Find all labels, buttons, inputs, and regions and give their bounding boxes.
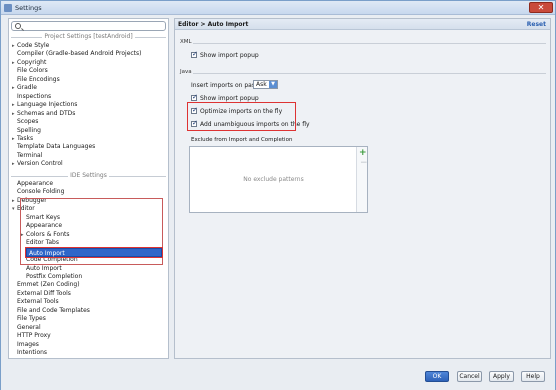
tree-item[interactable]: Images	[12, 341, 39, 349]
tree-item[interactable]: ▸ Gradle	[12, 84, 37, 92]
tree-item[interactable]: Emmet (Zen Coding)	[12, 281, 80, 289]
paste-select-value: Ask	[256, 81, 267, 88]
tree-item-label: Postfix Completion	[26, 272, 83, 280]
xml-divider	[193, 43, 546, 44]
tree-item-label: Compiler (Gradle-based Android Projects)	[17, 50, 142, 58]
tree-item[interactable]: ▸ Code Style	[12, 42, 49, 50]
tree-item-label: Tasks	[17, 134, 34, 142]
tree-item-label: Terminal	[17, 151, 43, 159]
xml-section-label: XML	[180, 39, 192, 45]
tree-item[interactable]: ▸ Copyright	[12, 59, 46, 67]
tree-item[interactable]: Inspections	[12, 93, 51, 101]
tree-item-label: Template Data Languages	[17, 143, 96, 151]
add-icon[interactable]: +	[359, 148, 367, 158]
tree-item-label: File Encodings	[17, 75, 60, 83]
tree-item[interactable]: ▸ Schemas and DTDs	[12, 110, 75, 118]
tree-item[interactable]: Intentions	[12, 349, 47, 357]
tree-item[interactable]: ▸ Version Control	[12, 160, 63, 168]
close-button[interactable]: ✕	[529, 2, 553, 13]
tree-item-label: Images	[17, 340, 39, 348]
tree-item[interactable]: HTTP Proxy	[12, 332, 51, 340]
exclude-label: Exclude from Import and Completion	[191, 137, 293, 143]
tree-item[interactable]: External Diff Tools	[12, 290, 71, 298]
tree-item-label: Intentions	[17, 349, 48, 356]
tree-item-label: File Colors	[17, 67, 48, 75]
tree-item[interactable]: ▸ Tasks	[12, 135, 33, 143]
java-section-label: Java	[180, 69, 192, 75]
tree-item-label: Auto Import	[26, 264, 62, 272]
java-divider	[193, 73, 546, 74]
tree-item[interactable]: Template Data Languages	[12, 143, 95, 151]
tree-item-label: Inspections	[17, 92, 52, 100]
tree-item-label: File Types	[17, 315, 46, 323]
tree-item[interactable]: Appearance	[12, 180, 53, 188]
exclude-toolbar: + −	[356, 147, 368, 212]
auto-import-panel: Editor > Auto Import Reset XML Show impo…	[174, 18, 551, 359]
tree-item-label: Version Control	[17, 160, 63, 168]
remove-icon[interactable]: −	[360, 158, 368, 168]
tree-item[interactable]: Console Folding	[12, 188, 64, 196]
tree-item-label: Appearance	[17, 180, 54, 187]
tree-item-label: HTTP Proxy	[17, 332, 51, 340]
tree-item[interactable]: Postfix Completion	[21, 273, 82, 281]
tree-item[interactable]: File and Code Templates	[12, 307, 90, 315]
chevron-down-icon[interactable]: ▼	[269, 81, 277, 88]
ok-button[interactable]: OK	[425, 371, 449, 382]
project-settings-heading: Project Settings [testAndroid]	[42, 33, 135, 40]
ide-settings-group: IDE Settings	[11, 172, 166, 180]
dialog-footer: OK Cancel Apply Help	[1, 363, 555, 390]
tree-item-label: Console Folding	[17, 188, 65, 196]
tree-item-label: External Diff Tools	[17, 289, 71, 297]
title-bar: Settings ✕	[1, 1, 555, 15]
java-show-popup-label: Show import popup	[200, 95, 259, 102]
settings-tree-panel: Project Settings [testAndroid] ▸ Code Sty…	[8, 18, 169, 359]
tree-item[interactable]: File Colors	[12, 67, 48, 75]
paste-select[interactable]: Ask ▼	[253, 80, 278, 89]
tree-item[interactable]: Spelling	[12, 127, 41, 135]
tree-item-label: Emmet (Zen Coding)	[17, 281, 80, 289]
settings-window: Settings ✕ Project Settings [testAndroid…	[0, 0, 556, 390]
tree-item-label: Spelling	[17, 126, 41, 134]
cancel-button[interactable]: Cancel	[457, 371, 482, 382]
tree-item-label: Scopes	[17, 118, 39, 126]
tree-item-label: External Tools	[17, 298, 59, 306]
help-button[interactable]: Help	[521, 371, 545, 382]
panel-header: Editor > Auto Import Reset	[175, 19, 550, 30]
tree-item[interactable]: File Types	[12, 315, 46, 323]
tree-item-label: File and Code Templates	[17, 306, 90, 314]
tree-item[interactable]: External Tools	[12, 298, 59, 306]
fly-imports-highlight	[187, 102, 296, 131]
tree-item[interactable]: File Encodings	[12, 76, 60, 84]
breadcrumb: Editor > Auto Import	[178, 21, 249, 28]
tree-item-label: Gradle	[17, 84, 37, 92]
tree-item[interactable]: Scopes	[12, 118, 38, 126]
java-show-popup-checkbox[interactable]	[191, 93, 198, 102]
tree-item[interactable]: General	[12, 324, 41, 332]
search-icon	[15, 23, 21, 29]
selected-item-highlight	[25, 247, 163, 258]
tree-item-label: General	[17, 323, 41, 331]
tree-item[interactable]: Compiler (Gradle-based Android Projects)	[12, 50, 142, 58]
project-settings-group: Project Settings [testAndroid]	[11, 33, 166, 41]
window-title: Settings	[15, 4, 42, 12]
app-icon	[4, 4, 12, 12]
tree-item[interactable]: Auto Import	[21, 265, 62, 273]
reset-link[interactable]: Reset	[527, 21, 546, 28]
tree-item-label: Schemas and DTDs	[17, 109, 76, 117]
xml-show-popup-row[interactable]: Show import popup	[191, 50, 259, 60]
xml-show-popup-label: Show import popup	[200, 52, 259, 59]
tree-item[interactable]: ▸ Language Injections	[12, 101, 77, 109]
tree-item[interactable]: Terminal	[12, 152, 42, 160]
tree-item-label: Language Injections	[17, 101, 78, 109]
apply-button[interactable]: Apply	[489, 371, 514, 382]
tree-item-label: Code Style	[17, 42, 50, 49]
search-input[interactable]	[11, 21, 166, 31]
exclude-patterns-list[interactable]: No exclude patterns + −	[189, 146, 368, 213]
xml-show-popup-checkbox[interactable]	[191, 50, 198, 59]
ide-settings-heading: IDE Settings	[68, 172, 109, 179]
tree-item-label: Copyright	[17, 58, 47, 66]
exclude-empty-text: No exclude patterns	[243, 176, 304, 183]
